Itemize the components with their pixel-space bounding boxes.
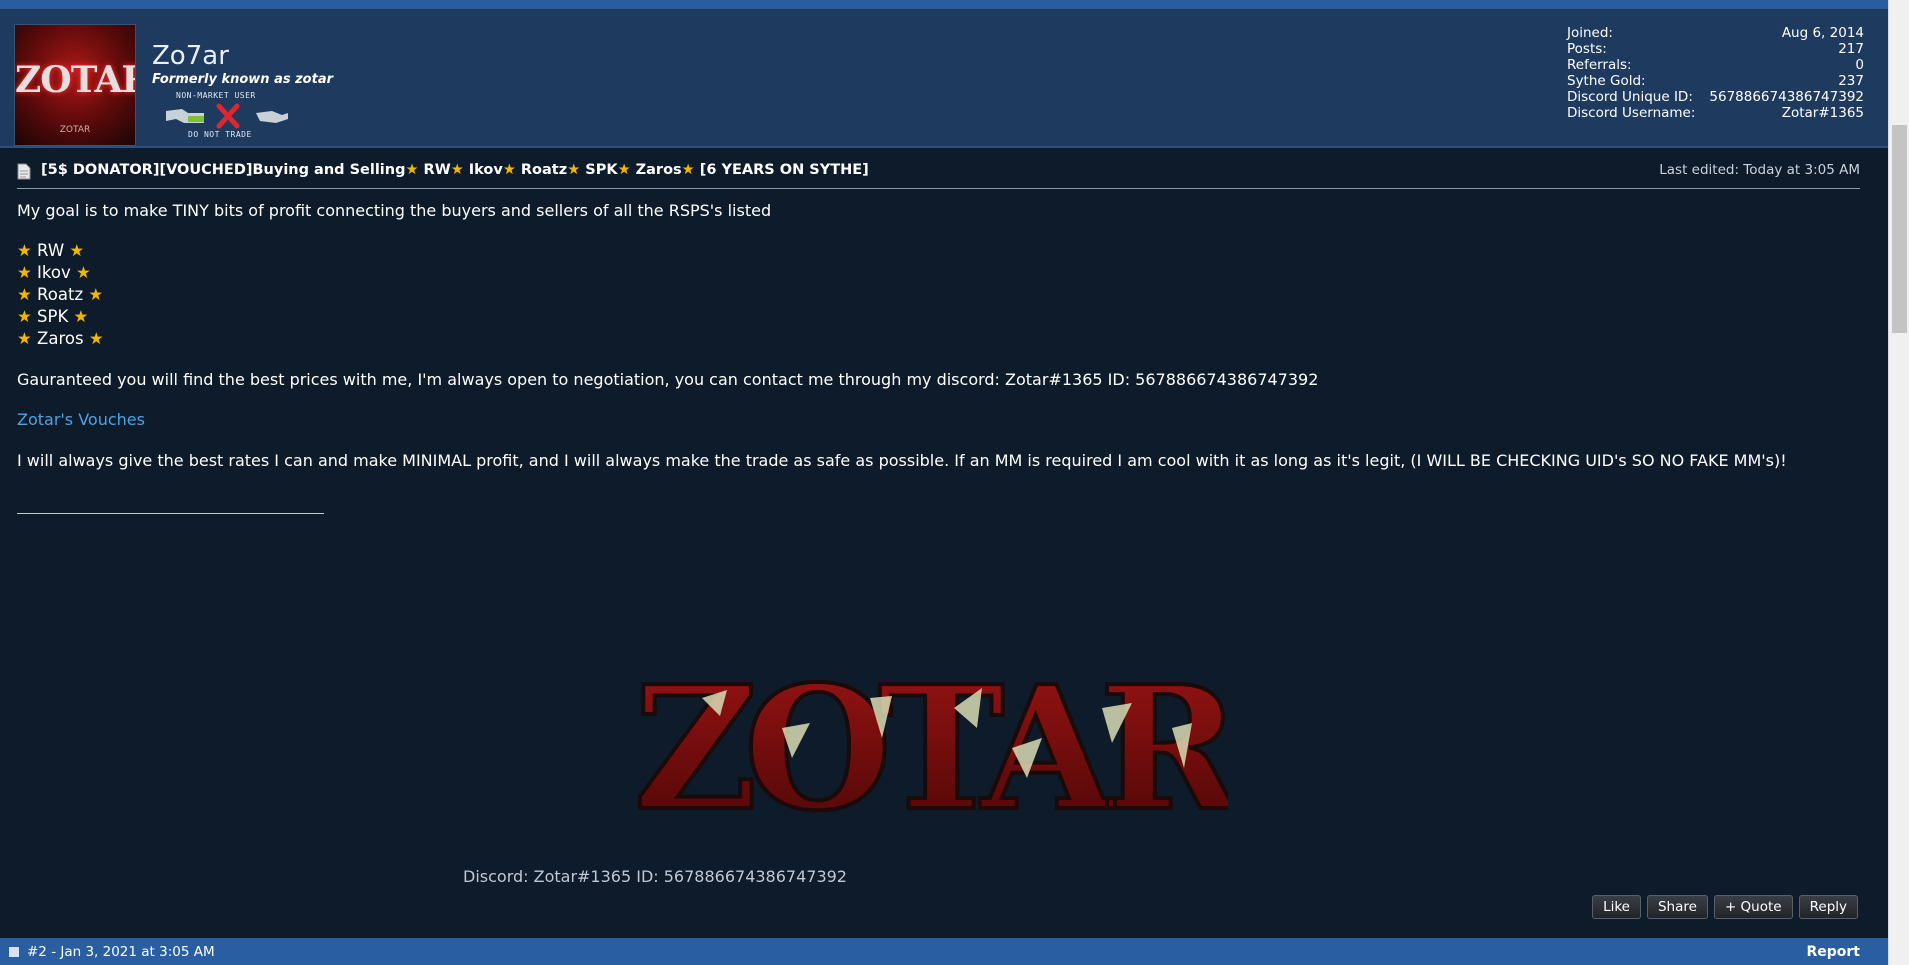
signature-divider [17, 513, 324, 514]
stat-referrals: Referrals: 0 [1567, 57, 1864, 73]
list-item: ★ Roatz ★ [17, 285, 104, 304]
list-item: ★ Ikov ★ [17, 263, 91, 282]
star-icon: ★ [17, 307, 32, 326]
stat-discord-username: Discord Username: Zotar#1365 [1567, 105, 1864, 121]
post-body: [5$ DONATOR][VOUCHED]Buying and Selling★… [0, 148, 1888, 937]
star-icon: ★ [73, 307, 89, 326]
post-icon [9, 947, 19, 957]
star-icon: ★ [405, 162, 419, 178]
stat-discord-id: Discord Unique ID: 567886674386747392 [1567, 89, 1864, 105]
report-link[interactable]: Report [1806, 944, 1860, 960]
list-item: ★ RW ★ [17, 241, 85, 260]
post-author-header: ZOTAR ZOTAR Zo7ar Formerly known as zota… [0, 9, 1888, 148]
avatar-caption: ZOTAR [59, 125, 91, 135]
star-icon: ★ [17, 285, 32, 304]
star-icon: ★ [17, 263, 32, 282]
promise-text: I will always give the best rates I can … [17, 451, 1787, 470]
stat-sythe-gold: Sythe Gold: 237 [1567, 73, 1864, 89]
non-market-user-badge: NON-MARKET USER DO NOT TRADE [164, 89, 298, 141]
avatar[interactable]: ZOTAR ZOTAR [14, 24, 136, 146]
next-post-header: #2 - Jan 3, 2021 at 3:05 AM Report [0, 938, 1888, 965]
star-icon: ★ [88, 285, 104, 304]
star-icon: ★ [617, 162, 631, 178]
server-list: ★ RW ★ ★ Ikov ★ ★ Roatz ★ ★ SPK ★ ★ Zaro… [17, 240, 104, 350]
previous-post-footer [0, 0, 1888, 9]
stat-joined: Joined: Aug 6, 2014 [1567, 25, 1864, 41]
do-not-trade-icon [166, 103, 288, 129]
thread-title: [5$ DONATOR][VOUCHED]Buying and Selling★… [41, 162, 869, 178]
badge-bottom-text: DO NOT TRADE [188, 130, 252, 139]
star-icon: ★ [69, 241, 85, 260]
last-edited: Last edited: Today at 3:05 AM [1659, 162, 1860, 178]
post-actions: Like Share + Quote Reply [1592, 895, 1858, 919]
share-button[interactable]: Share [1646, 895, 1708, 919]
star-icon: ★ [567, 162, 581, 178]
vouches-link[interactable]: Zotar's Vouches [17, 410, 145, 429]
title-divider [17, 188, 1860, 189]
star-icon: ★ [17, 329, 32, 348]
star-icon: ★ [502, 162, 516, 178]
scrollbar-thumb[interactable] [1892, 125, 1907, 333]
vertical-scrollbar[interactable] [1888, 0, 1909, 965]
star-icon: ★ [681, 162, 695, 178]
badge-top-text: NON-MARKET USER [176, 91, 256, 100]
thread-title-row: [5$ DONATOR][VOUCHED]Buying and Selling★… [17, 160, 1860, 184]
quote-button[interactable]: + Quote [1713, 895, 1793, 919]
list-item: ★ SPK ★ [17, 307, 89, 326]
username[interactable]: Zo7ar [152, 41, 229, 71]
intro-text: My goal is to make TINY bits of profit c… [17, 201, 772, 220]
guarantee-text: Gauranteed you will find the best prices… [17, 370, 1319, 389]
star-icon: ★ [88, 329, 104, 348]
list-item: ★ Zaros ★ [17, 329, 104, 348]
post-meta[interactable]: #2 - Jan 3, 2021 at 3:05 AM [27, 944, 215, 960]
star-icon: ★ [17, 241, 32, 260]
like-button[interactable]: Like [1592, 895, 1641, 919]
formerly-known-as: Formerly known as zotar [152, 72, 333, 87]
reply-button[interactable]: Reply [1798, 895, 1858, 919]
user-stats: Joined: Aug 6, 2014 Posts: 217 Referrals: 0… [1567, 25, 1864, 121]
stat-posts: Posts: 217 [1567, 41, 1864, 57]
signature-discord: Discord: Zotar#1365 ID: 5678866743867473… [463, 867, 847, 886]
zotar-logo-image: ZOTAR [632, 668, 1228, 830]
document-icon [17, 163, 31, 180]
star-icon: ★ [450, 162, 464, 178]
avatar-logo-text: ZOTAR [15, 59, 135, 101]
star-icon: ★ [76, 263, 91, 282]
